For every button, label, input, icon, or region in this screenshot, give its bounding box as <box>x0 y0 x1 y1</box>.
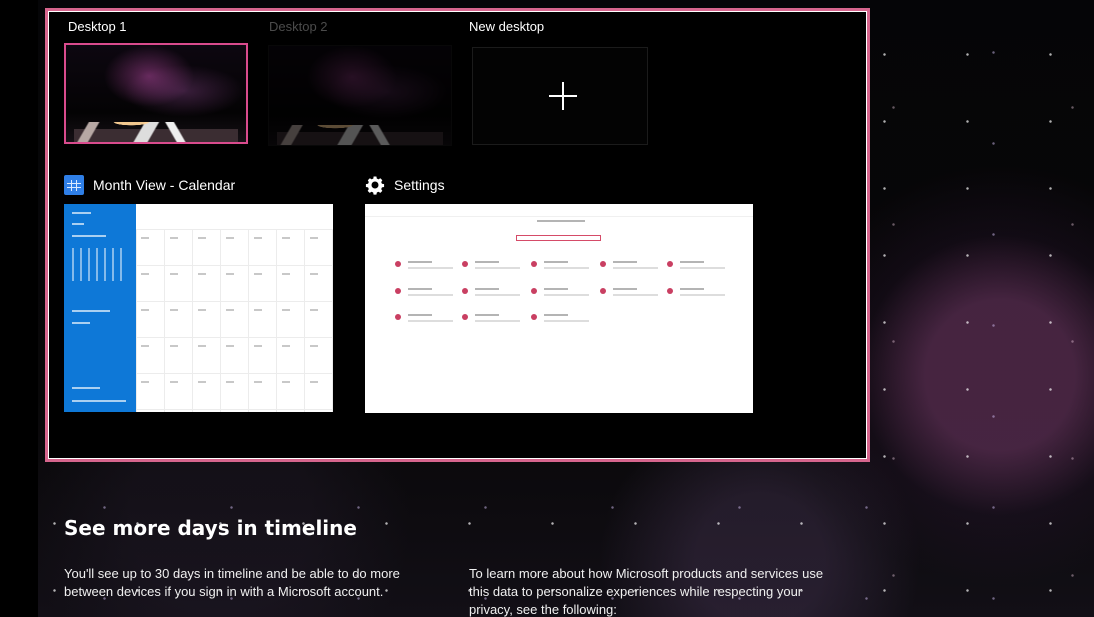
calendar-window-title-text: Month View - Calendar <box>93 177 236 193</box>
calendar-window-title[interactable]: Month View - Calendar <box>64 175 235 195</box>
windows-task-view-screen: Desktop 1 Desktop 2 New desktop Month Vi… <box>0 0 1094 617</box>
task-view-panel[interactable]: Desktop 1 Desktop 2 New desktop Month Vi… <box>45 8 870 462</box>
timeline-info-section: See more days in timeline You'll see up … <box>64 515 844 617</box>
calendar-month-grid-preview <box>136 204 333 412</box>
desktop-1-thumbnail[interactable] <box>64 43 248 144</box>
calendar-window-thumbnail[interactable] <box>64 204 333 412</box>
new-desktop-label: New desktop <box>469 19 545 34</box>
settings-window-title-text: Settings <box>394 177 445 193</box>
left-black-margin <box>0 0 38 617</box>
privacy-description: To learn more about how Microsoft produc… <box>469 566 824 617</box>
desktop-2-thumbnail[interactable] <box>268 45 452 146</box>
timeline-description: You'll see up to 30 days in timeline and… <box>64 566 400 599</box>
desktop-1-label: Desktop 1 <box>68 19 127 34</box>
plus-icon <box>549 82 577 110</box>
gear-icon <box>365 176 385 195</box>
desktop-2-label: Desktop 2 <box>269 19 328 34</box>
settings-window-title[interactable]: Settings <box>365 175 445 195</box>
calendar-sidebar-preview <box>64 204 136 412</box>
calendar-icon <box>64 175 84 195</box>
settings-window-thumbnail[interactable] <box>365 204 753 413</box>
new-desktop-button[interactable] <box>472 47 648 145</box>
timeline-heading: See more days in timeline <box>64 516 357 540</box>
